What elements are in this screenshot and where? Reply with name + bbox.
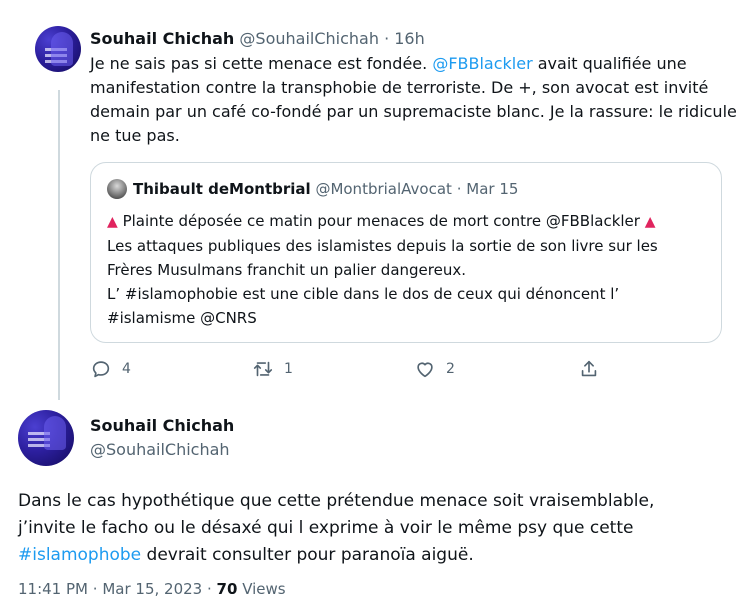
tweet-actions: 4 1 2 — [90, 358, 610, 382]
quoted-text-line: Frères Musulmans franchit un palier dang… — [107, 261, 466, 279]
focused-tweet-text: Dans le cas hypothétique que cette préte… — [18, 488, 728, 569]
quoted-text-line: Les attaques publiques des islamistes de… — [107, 237, 658, 255]
share-button[interactable] — [578, 358, 600, 380]
quoted-author-name: Thibault deMontbrial — [133, 180, 311, 198]
header-separator: · — [384, 29, 390, 48]
quoted-text-line: Plainte déposée ce matin pour menaces de… — [122, 212, 640, 230]
warning-triangle-icon: ▲ — [107, 214, 118, 230]
quoted-tweet-header: Thibault deMontbrial @MontbrialAvocat · … — [133, 180, 518, 198]
tweet-text-part: devrait consulter pour paranoïa aiguë. — [141, 545, 474, 565]
tweet-text-line: ne tue pas. — [90, 126, 180, 145]
quoted-tweet-card[interactable]: Thibault deMontbrial @MontbrialAvocat · … — [90, 162, 722, 343]
tweet-header: Souhail Chichah @SouhailChichah · 16h — [90, 29, 425, 48]
retweet-count: 1 — [284, 361, 293, 377]
author-handle[interactable]: @SouhailChichah — [239, 29, 379, 48]
tweet-time[interactable]: 11:41 PM — [18, 580, 88, 598]
meta-separator: · — [206, 580, 212, 598]
quoted-text-line: L’ #islamophobie est une cible dans le d… — [107, 285, 620, 303]
tweet-text-line: j’invite le facho ou le désaxé qui l exp… — [18, 518, 634, 538]
warning-triangle-icon: ▲ — [644, 214, 656, 230]
like-button[interactable]: 2 — [414, 358, 455, 380]
quoted-header-separator: · — [456, 180, 462, 198]
quoted-text-line: #islamisme @CNRS — [107, 309, 257, 327]
tweet-text-line: Dans le cas hypothétique que cette préte… — [18, 491, 655, 511]
quoted-tweet-date: Mar 15 — [466, 180, 519, 198]
tweet-meta: 11:41 PM · Mar 15, 2023 · 70 Views — [18, 580, 286, 598]
tweet-text-line: manifestation contre la transphobie de t… — [90, 78, 709, 97]
tweet-text-line: demain par un café co-fondé par un supre… — [90, 102, 737, 121]
share-icon — [578, 358, 600, 380]
reply-button[interactable]: 4 — [90, 358, 131, 380]
thread-connector-line — [58, 90, 60, 400]
avatar[interactable] — [35, 26, 81, 72]
heart-icon — [414, 358, 436, 380]
meta-separator: · — [92, 580, 98, 598]
tweet-text: Je ne sais pas si cette menace est fondé… — [90, 52, 737, 148]
views-count: 70 — [216, 580, 238, 598]
tweet-date[interactable]: Mar 15, 2023 — [102, 580, 202, 598]
quoted-tweet-text: ▲ Plainte déposée ce matin pour menaces … — [107, 209, 717, 330]
author-handle[interactable]: @SouhailChichah — [90, 440, 230, 459]
retweet-button[interactable]: 1 — [252, 358, 293, 380]
tweet-text-part: Je ne sais pas si cette menace est fondé… — [90, 54, 433, 73]
hashtag-link[interactable]: #islamophobe — [18, 545, 141, 565]
retweet-icon — [252, 358, 274, 380]
views-label: Views — [237, 580, 286, 598]
tweet-timestamp[interactable]: 16h — [394, 29, 425, 48]
mention-link[interactable]: @FBBlackler — [432, 54, 532, 73]
reply-icon — [90, 358, 112, 380]
author-name[interactable]: Souhail Chichah — [90, 29, 234, 48]
like-count: 2 — [446, 361, 455, 377]
tweet-text-part: avait qualifiée une — [532, 54, 687, 73]
quoted-author-avatar — [107, 179, 127, 199]
reply-count: 4 — [122, 361, 131, 377]
author-name[interactable]: Souhail Chichah — [90, 416, 234, 435]
quoted-author-handle: @MontbrialAvocat — [315, 180, 452, 198]
avatar[interactable] — [18, 410, 74, 466]
